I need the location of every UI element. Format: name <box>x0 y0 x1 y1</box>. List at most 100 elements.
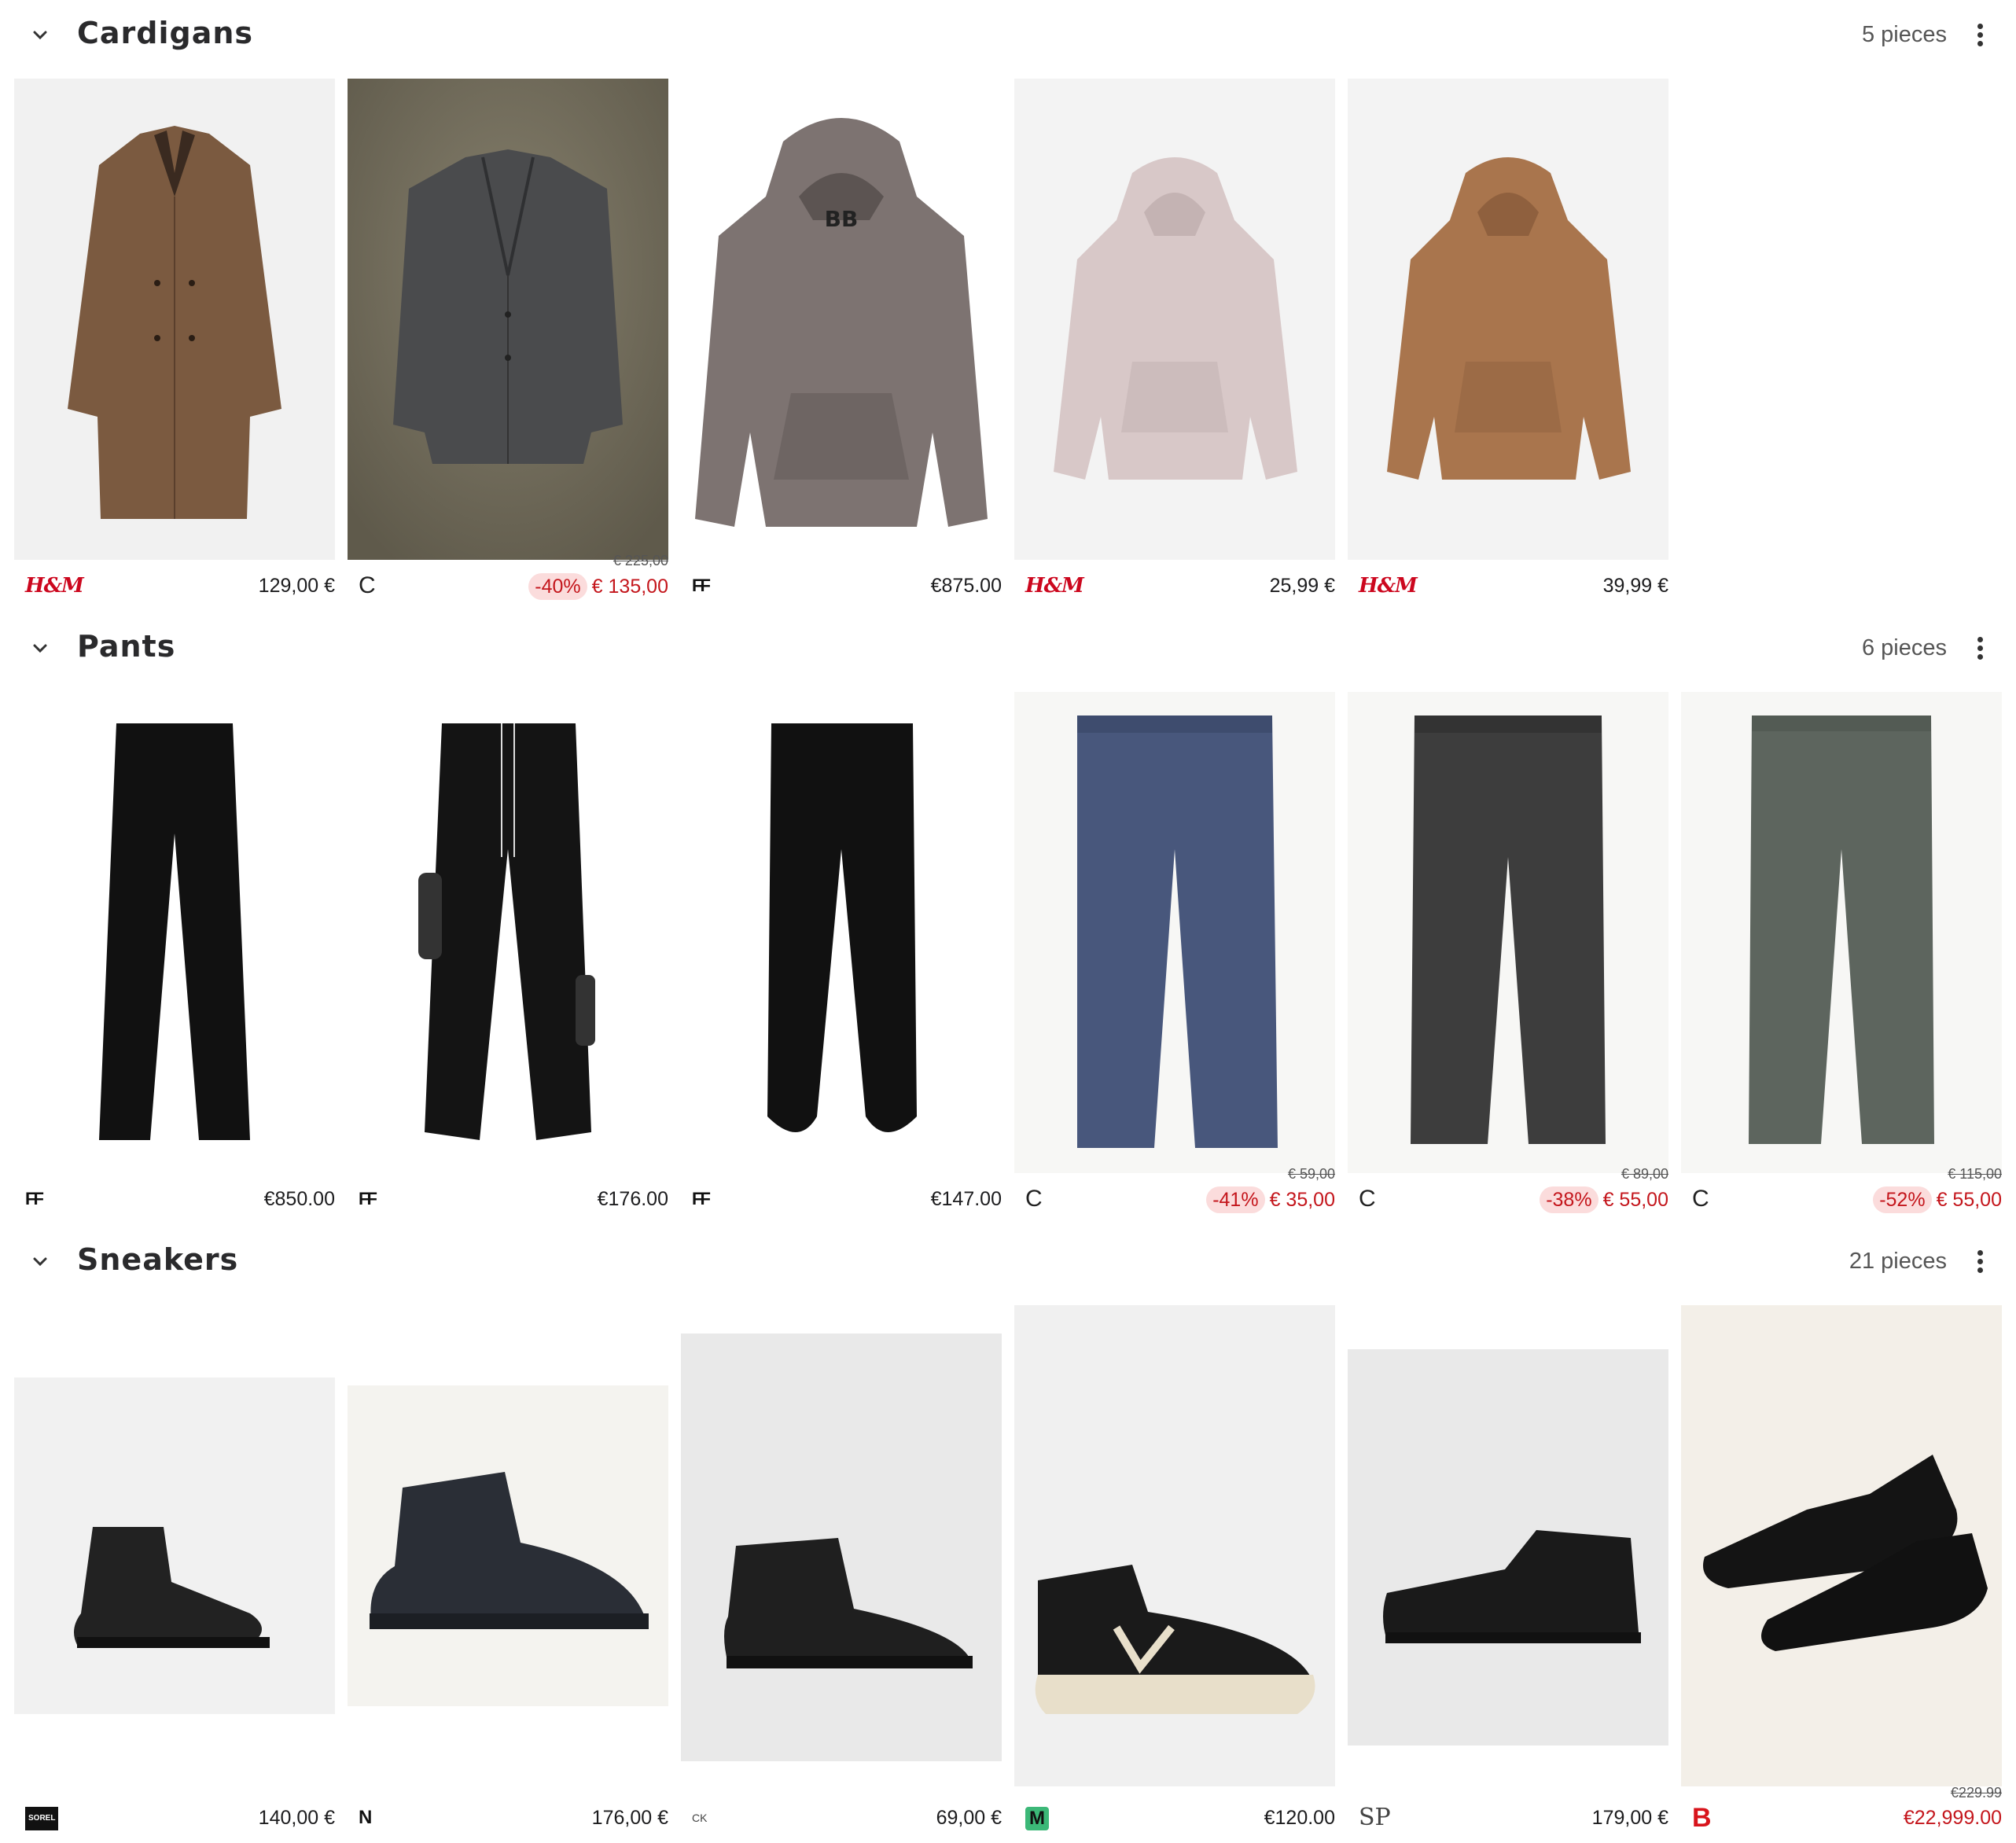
product-meta: CK 69,00 € <box>681 1802 1002 1834</box>
product-card[interactable]: H&M 39,99 € <box>1348 79 1668 605</box>
brand-logo[interactable]: M <box>1025 1807 1049 1830</box>
original-price: € 225,00 <box>613 553 668 568</box>
price: €875.00 <box>930 575 1002 597</box>
section-title: Pants <box>77 629 176 664</box>
chevron-down-icon[interactable] <box>28 1250 52 1274</box>
chevron-down-icon[interactable] <box>28 24 52 47</box>
product-meta: H&M 39,99 € <box>1348 570 1668 601</box>
brand-logo[interactable]: FF <box>692 1186 716 1212</box>
original-price: € 115,00 <box>1948 1166 2002 1182</box>
product-image[interactable] <box>348 692 668 1173</box>
product-meta: FF €850.00 <box>14 1183 335 1215</box>
product-image[interactable] <box>348 1385 668 1706</box>
price: 179,00 € <box>1591 1807 1668 1829</box>
price: €120.00 <box>1264 1807 1335 1829</box>
product-card[interactable]: FF €176.00 <box>348 692 668 1219</box>
brand-logo[interactable]: N <box>359 1805 382 1830</box>
product-card[interactable]: SP 179,00 € <box>1348 1305 1668 1840</box>
product-image[interactable] <box>1014 692 1335 1173</box>
price: 129,00 € <box>258 575 335 597</box>
brand-logo[interactable]: FF <box>25 1186 49 1212</box>
brand-logo[interactable]: SOREL <box>25 1807 59 1830</box>
brand-logo[interactable]: H&M <box>1025 573 1084 598</box>
product-image[interactable] <box>1014 79 1335 560</box>
brand-logo[interactable]: C <box>1359 1186 1382 1212</box>
discount-badge: -38% <box>1540 1186 1598 1213</box>
product-image[interactable] <box>1681 692 2002 1173</box>
sale-price-row: -41% € 35,00 <box>1206 1186 1335 1213</box>
brand-logo[interactable]: CK <box>692 1805 716 1830</box>
product-image[interactable] <box>1348 79 1668 560</box>
product-image[interactable] <box>1681 1305 2002 1786</box>
brand-logo[interactable]: C <box>1692 1186 1716 1212</box>
sale-price-row: -38% € 55,00 <box>1540 1186 1668 1213</box>
sale-price-row: -40% € 135,00 <box>528 573 668 600</box>
product-card[interactable]: FF €850.00 <box>14 692 335 1219</box>
section-title: Sneakers <box>77 1242 239 1277</box>
product-image[interactable] <box>1014 1305 1335 1786</box>
product-image[interactable] <box>14 1378 335 1714</box>
section-count: 21 pieces <box>1849 1249 1947 1274</box>
product-meta: SOREL 140,00 € <box>14 1802 335 1834</box>
brand-logo[interactable]: C <box>1025 1186 1049 1212</box>
product-meta: B €229.99 €22,999.00 <box>1681 1785 2002 1834</box>
discount-badge: -41% <box>1206 1186 1265 1213</box>
more-options-icon[interactable] <box>1972 20 1988 52</box>
section-count: 5 pieces <box>1861 22 1947 47</box>
price: 69,00 € <box>936 1807 1002 1829</box>
product-image[interactable]: BB <box>681 79 1002 560</box>
product-card[interactable]: M €120.00 <box>1014 1305 1335 1840</box>
price: €850.00 <box>263 1188 335 1210</box>
product-card[interactable]: C € 225,00 -40% € 135,00 <box>348 79 668 605</box>
product-meta: N 176,00 € <box>348 1802 668 1834</box>
price: €22,999.00 <box>1903 1807 2002 1829</box>
product-card[interactable]: B €229.99 €22,999.00 <box>1681 1305 2002 1840</box>
product-meta: C € 59,00 -41% € 35,00 <box>1014 1166 1335 1215</box>
product-meta: C € 89,00 -38% € 55,00 <box>1348 1166 1668 1215</box>
brand-logo[interactable]: FF <box>692 573 716 598</box>
product-card[interactable]: C € 59,00 -41% € 35,00 <box>1014 692 1335 1219</box>
product-meta: C € 115,00 -52% € 55,00 <box>1681 1166 2002 1215</box>
product-meta: M €120.00 <box>1014 1802 1335 1834</box>
product-card[interactable]: CK 69,00 € <box>681 1305 1002 1840</box>
product-image[interactable] <box>1348 692 1668 1173</box>
section-header: Cardigans 5 pieces <box>0 0 2016 71</box>
product-meta: FF €875.00 <box>681 570 1002 601</box>
more-options-icon[interactable] <box>1972 634 1988 665</box>
product-image[interactable] <box>14 79 335 560</box>
product-meta: H&M 129,00 € <box>14 570 335 601</box>
price: €176.00 <box>597 1188 668 1210</box>
product-image[interactable] <box>14 692 335 1173</box>
product-meta: FF €176.00 <box>348 1183 668 1215</box>
product-card[interactable]: SOREL 140,00 € <box>14 1305 335 1840</box>
product-card[interactable]: C € 89,00 -38% € 55,00 <box>1348 692 1668 1219</box>
brand-logo[interactable]: H&M <box>25 573 84 598</box>
brand-logo[interactable]: H&M <box>1359 573 1418 598</box>
price: € 35,00 <box>1269 1189 1335 1211</box>
product-card[interactable]: BB FF €875.00 <box>681 79 1002 605</box>
price: 39,99 € <box>1602 575 1668 597</box>
product-image[interactable] <box>1348 1349 1668 1746</box>
section-header: Pants 6 pieces <box>0 613 2016 684</box>
section-header: Sneakers 21 pieces <box>0 1227 2016 1297</box>
product-card[interactable]: H&M 129,00 € <box>14 79 335 605</box>
brand-logo[interactable]: FF <box>359 1186 382 1212</box>
product-card[interactable]: FF €147.00 <box>681 692 1002 1219</box>
product-image[interactable] <box>681 1334 1002 1761</box>
discount-badge: -40% <box>528 573 587 600</box>
product-card[interactable]: C € 115,00 -52% € 55,00 <box>1681 692 2002 1219</box>
price: € 55,00 <box>1602 1189 1668 1211</box>
chevron-down-icon[interactable] <box>28 637 52 660</box>
product-card[interactable]: H&M 25,99 € <box>1014 79 1335 605</box>
product-image[interactable] <box>681 692 1002 1173</box>
product-image[interactable] <box>348 79 668 560</box>
brand-logo[interactable]: B <box>1692 1804 1716 1831</box>
section-title: Cardigans <box>77 16 254 50</box>
product-meta: SP 179,00 € <box>1348 1802 1668 1834</box>
more-options-icon[interactable] <box>1972 1247 1988 1278</box>
product-card[interactable]: N 176,00 € <box>348 1305 668 1840</box>
brand-logo[interactable]: C <box>359 573 382 598</box>
price: 176,00 € <box>591 1807 668 1829</box>
brand-logo[interactable]: SP <box>1359 1805 1391 1830</box>
svg-text:BB: BB <box>825 206 859 232</box>
